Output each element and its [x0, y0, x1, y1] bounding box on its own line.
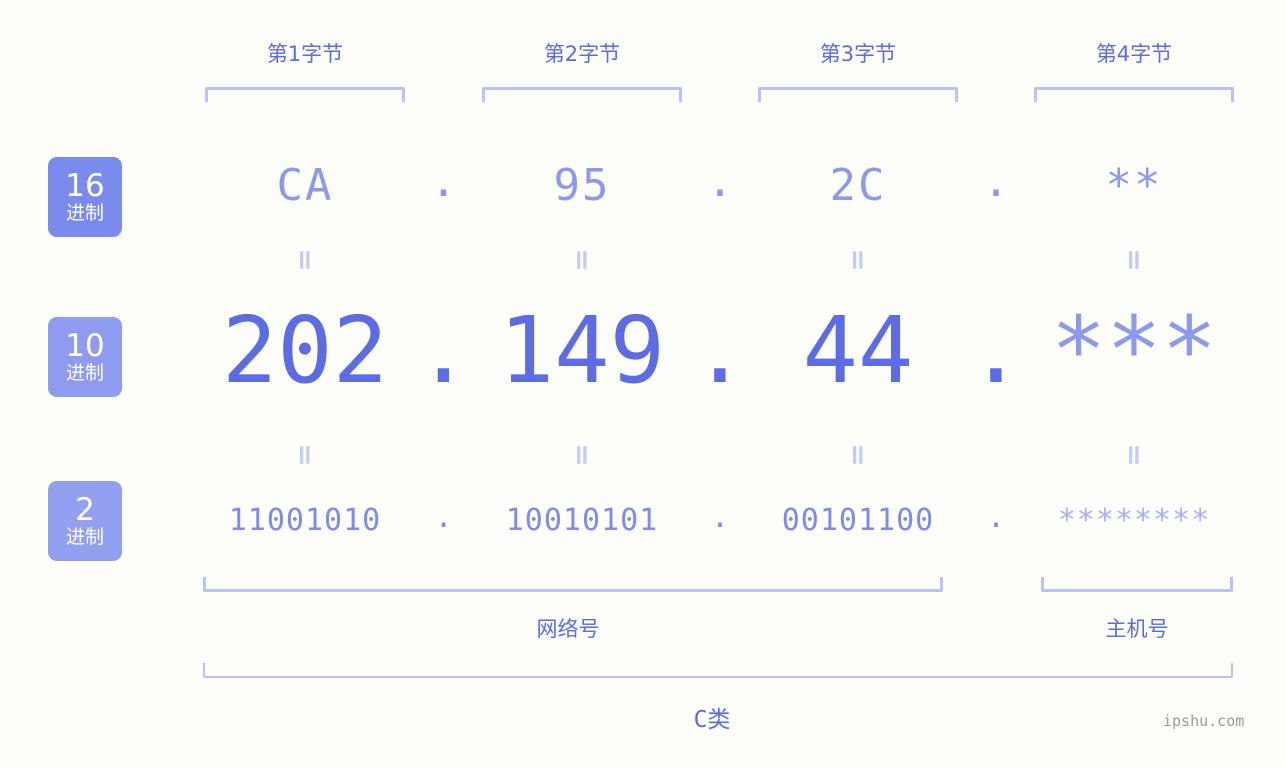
byte-bracket-top-4	[1034, 87, 1234, 102]
network-portion-bracket	[203, 577, 943, 592]
binary-separator-2: .	[710, 500, 730, 535]
decimal-octet-3: 44	[802, 297, 914, 404]
hex-octet-3: 2C	[829, 160, 887, 211]
base-badge-hex-suffix: 进制	[65, 202, 104, 224]
hex-octet-4-masked: **	[1105, 160, 1163, 211]
site-watermark: ipshu.com	[1163, 712, 1245, 730]
host-portion-label: 主机号	[1105, 617, 1169, 641]
host-portion-bracket	[1041, 577, 1233, 592]
decimal-octet-4-masked: ***	[1050, 297, 1218, 404]
byte-header-label-4: 第4字节	[1095, 42, 1173, 66]
byte-bracket-top-3	[758, 87, 958, 102]
equals-hex-dec-4: =	[1118, 248, 1151, 272]
hex-separator-2: .	[706, 156, 734, 207]
equals-dec-bin-3: =	[842, 443, 875, 467]
binary-separator-1: .	[434, 500, 453, 535]
network-portion-label: 网络号	[536, 617, 600, 641]
equals-dec-bin-1: =	[289, 443, 322, 467]
binary-octet-4-masked: ********	[1057, 503, 1211, 538]
byte-header-label-2: 第2字节	[543, 42, 621, 66]
address-class-bracket	[203, 663, 1233, 678]
base-badge-binary-number: 2	[75, 492, 95, 528]
base-badge-binary: 2 进制	[48, 481, 122, 561]
byte-header-label-3: 第3字节	[819, 42, 897, 66]
address-class-label: C类	[693, 707, 731, 733]
equals-hex-dec-1: =	[289, 248, 322, 272]
base-badge-decimal-suffix: 进制	[65, 362, 104, 384]
byte-header-label-1: 第1字节	[266, 42, 344, 66]
base-badge-decimal: 10 进制	[48, 317, 122, 397]
base-badge-hex-number: 16	[65, 168, 105, 204]
binary-separator-3: .	[986, 500, 1006, 535]
hex-octet-1: CA	[276, 160, 334, 211]
decimal-separator-3: .	[968, 297, 1024, 404]
decimal-octet-2: 149	[498, 297, 666, 404]
base-badge-hex: 16 进制	[48, 157, 122, 237]
equals-hex-dec-2: =	[566, 248, 599, 272]
byte-bracket-top-1	[205, 87, 405, 102]
base-badge-decimal-number: 10	[65, 328, 105, 364]
ip-breakdown-diagram: 第1字节 第2字节 第3字节 第4字节 16 进制 10 进制 2 进制 CA …	[0, 0, 1285, 767]
equals-dec-bin-2: =	[566, 443, 599, 467]
binary-octet-1: 11001010	[228, 503, 382, 538]
decimal-octet-1: 202	[221, 297, 389, 404]
decimal-separator-2: .	[692, 297, 748, 404]
hex-separator-1: .	[430, 156, 457, 207]
hex-octet-2: 95	[553, 160, 611, 211]
binary-octet-2: 10010101	[505, 503, 659, 538]
byte-bracket-top-2	[482, 87, 682, 102]
equals-hex-dec-3: =	[842, 248, 875, 272]
equals-dec-bin-4: =	[1118, 443, 1151, 467]
hex-separator-3: .	[982, 156, 1010, 207]
binary-octet-3: 00101100	[781, 503, 935, 538]
base-badge-binary-suffix: 进制	[65, 526, 104, 548]
decimal-separator-1: .	[415, 297, 472, 404]
